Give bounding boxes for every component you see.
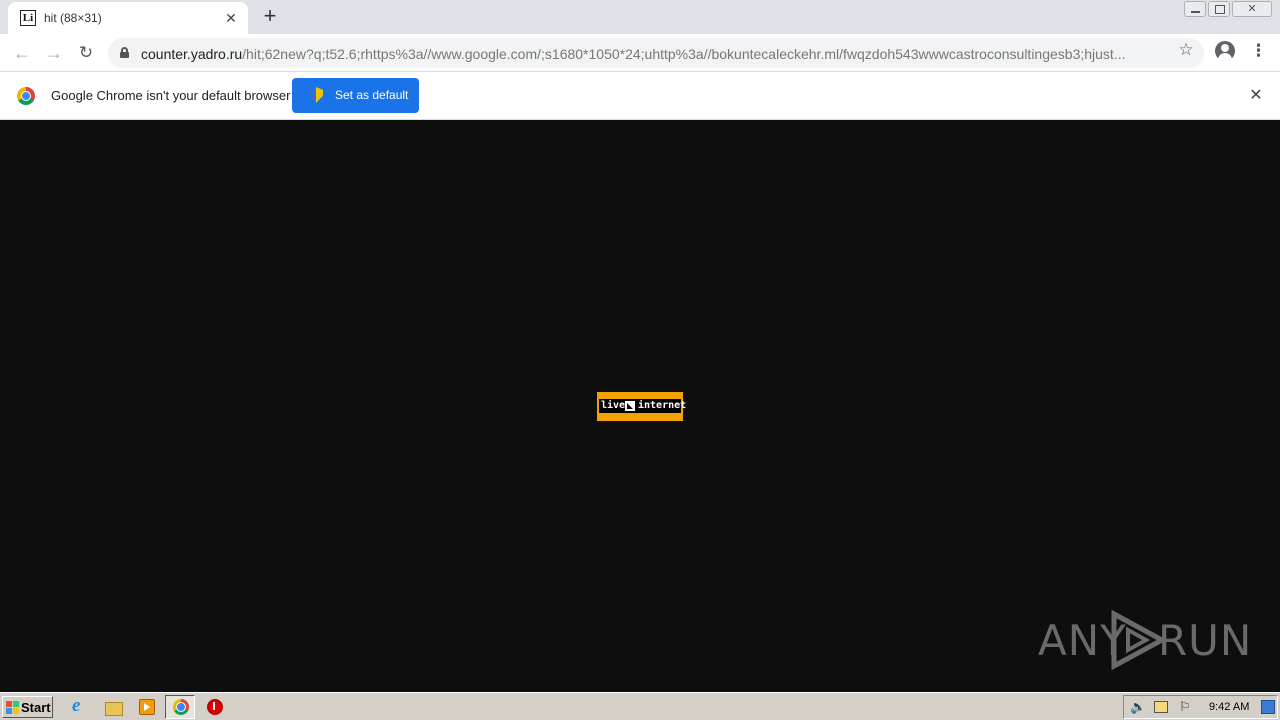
tab-title: hit (88×31) bbox=[44, 11, 102, 25]
explorer-icon[interactable] bbox=[103, 697, 123, 717]
chrome-logo-icon bbox=[17, 87, 35, 105]
volume-icon[interactable]: 🔈 bbox=[1130, 699, 1146, 715]
start-label: Start bbox=[21, 700, 51, 715]
set-as-default-label: Set as default bbox=[335, 88, 409, 102]
windows-taskbar: Start 🔈 ⚐ 9:42 AM bbox=[0, 692, 1280, 720]
tray-clock[interactable]: 9:42 AM bbox=[1209, 701, 1249, 713]
url-path: /hit;62new?q;t52.6;rhttps%3a//www.google… bbox=[242, 46, 1126, 62]
taskbar-chrome-button[interactable] bbox=[165, 695, 195, 719]
chrome-icon bbox=[173, 699, 189, 715]
back-button[interactable]: ← bbox=[8, 39, 36, 67]
reload-button[interactable]: ↻ bbox=[72, 39, 100, 67]
browser-toolbar: ← → ↻ counter.yadro.ru/hit;62new?q;t52.6… bbox=[0, 34, 1280, 72]
default-browser-infobar: Google Chrome isn't your default browser… bbox=[0, 72, 1280, 120]
system-tray: 🔈 ⚐ 9:42 AM bbox=[1123, 695, 1278, 719]
menu-icon[interactable]: ⋮ bbox=[1250, 41, 1267, 61]
tab-strip: Li hit (88×31) ✕ + bbox=[0, 0, 1280, 34]
browser-tab[interactable]: Li hit (88×31) ✕ bbox=[8, 2, 248, 34]
counter-right-text: internet bbox=[638, 400, 687, 411]
lock-icon[interactable] bbox=[120, 47, 129, 58]
network-icon[interactable] bbox=[1153, 700, 1169, 714]
start-button[interactable]: Start bbox=[2, 696, 53, 718]
opera-icon[interactable] bbox=[205, 697, 225, 717]
counter-inner: live internet bbox=[599, 399, 686, 413]
tab-close-icon[interactable]: ✕ bbox=[222, 9, 240, 27]
action-center-flag-icon[interactable]: ⚐ bbox=[1177, 699, 1193, 715]
show-desktop-icon[interactable] bbox=[1261, 700, 1275, 714]
infobar-message: Google Chrome isn't your default browser bbox=[51, 88, 291, 103]
set-as-default-button[interactable]: Set as default bbox=[292, 78, 419, 113]
uac-shield-icon bbox=[309, 87, 323, 103]
window-restore-button[interactable] bbox=[1208, 1, 1230, 17]
favicon-icon: Li bbox=[20, 10, 36, 26]
address-bar[interactable]: counter.yadro.ru/hit;62new?q;t52.6;rhttp… bbox=[108, 38, 1204, 68]
counter-left-text: live bbox=[601, 400, 626, 411]
liveinternet-counter-image: live internet bbox=[597, 392, 686, 421]
page-content: live internet ANY RUN bbox=[0, 120, 1280, 692]
media-player-icon[interactable] bbox=[137, 697, 157, 717]
counter-mark-icon bbox=[625, 401, 635, 411]
windows-flag-icon bbox=[6, 701, 19, 714]
watermark-right-text: RUN bbox=[1158, 616, 1253, 665]
url-text[interactable]: counter.yadro.ru/hit;62new?q;t52.6;rhttp… bbox=[141, 46, 1161, 62]
window-close-button[interactable] bbox=[1232, 1, 1272, 17]
new-tab-button[interactable]: + bbox=[258, 5, 282, 29]
bookmark-star-icon[interactable]: ☆ bbox=[1176, 40, 1196, 60]
infobar-close-icon[interactable]: ✕ bbox=[1246, 86, 1266, 106]
window-minimize-button[interactable] bbox=[1184, 1, 1206, 17]
profile-icon[interactable] bbox=[1215, 41, 1235, 61]
url-host: counter.yadro.ru bbox=[141, 46, 243, 62]
forward-button[interactable]: → bbox=[40, 39, 68, 67]
ie-icon[interactable] bbox=[70, 695, 90, 717]
